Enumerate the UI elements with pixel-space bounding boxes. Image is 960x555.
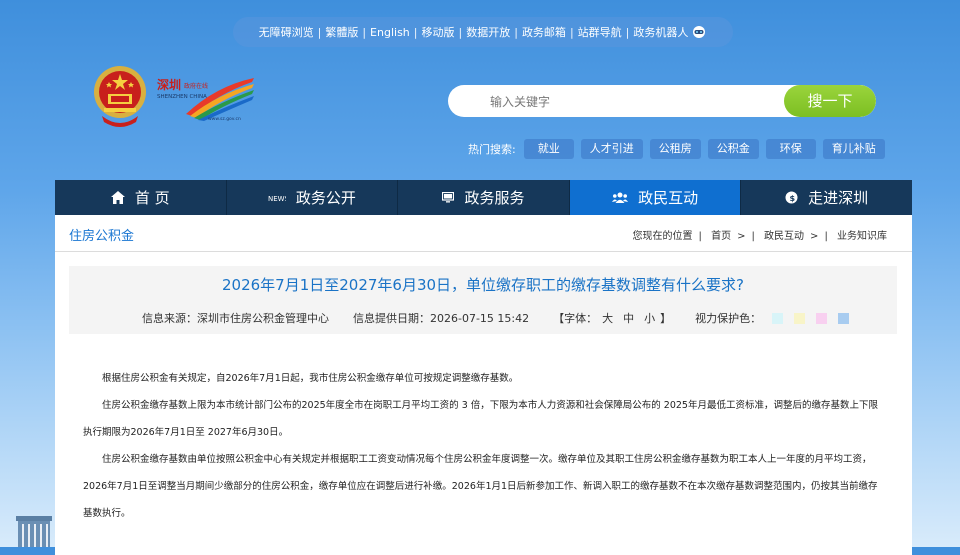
building-silhouette [16,516,52,547]
robot-icon[interactable] [691,25,707,39]
nav-about-shenzhen-label: 走进深圳 [808,189,869,207]
breadcrumb-prefix: 您现在的位置 [632,231,693,242]
hot-tag-talent[interactable]: 人才引进 [580,139,643,159]
link-traditional[interactable]: 繁體版 [325,24,358,40]
hot-tag-employment[interactable]: 就业 [523,139,574,159]
national-emblem-icon [94,66,146,127]
people-icon [612,192,629,203]
article-title: 2026年7月1日至2027年6月30日，单位缴存职工的缴存基数调整有什么要求? [221,276,745,294]
article-paragraph: 住房公积金缴存基数上限为本市统计部门公布的2025年度全市在岗职工月平均工资的 … [83,400,878,438]
font-size-label: 【字体： [553,312,598,325]
svg-text:深圳: 深圳 [157,77,181,92]
nav-interaction[interactable]: 政民互动 [569,180,742,215]
article-date: 信息提供日期：2026-07-15 15:42 [353,312,530,325]
article-body: 根据住房公积金有关规定，自2026年7月1日起，我市住房公积金缴存单位可按规定调… [83,365,883,527]
svg-text:$: $ [790,194,796,203]
link-accessibility[interactable]: 无障碍浏览 [259,24,314,40]
link-gov-robot[interactable]: 政务机器人 [633,24,688,40]
site-search: 搜一下 [448,85,876,117]
article-paragraph: 住房公积金缴存基数由单位按照公积金中心有关规定并根据职工工资变动情况每个住房公积… [83,454,878,519]
news-icon: NEWS [268,195,286,203]
home-icon [110,191,125,204]
nav-gov-services[interactable]: 政务服务 [398,180,570,215]
info-icon: $ [785,191,798,204]
breadcrumb-knowledge-base[interactable]: 业务知识库 [837,231,887,242]
link-open-data[interactable]: 数据开放 [466,24,510,40]
hot-tag-environment[interactable]: 环保 [765,139,816,159]
svg-text:www.sz.gov.cn: www.sz.gov.cn [208,117,241,122]
hot-search-label: 热门搜索: [468,143,516,156]
link-english[interactable]: English [370,26,410,39]
article-paragraph: 根据住房公积金有关规定，自2026年7月1日起，我市住房公积金缴存单位可按规定调… [102,373,519,384]
search-input[interactable] [488,85,782,117]
main-nav: 首 页 NEWS 政务公开 政务服务 政民互动 $ 走进深圳 [55,180,912,215]
eye-protect-label: 视力保护色： [695,312,762,325]
monitor-icon [442,192,455,203]
font-size-small[interactable]: 小 [644,310,655,326]
svg-text:NEWS: NEWS [268,195,286,203]
eye-color-blue[interactable] [838,312,850,324]
eye-color-cyan[interactable] [772,312,784,324]
hot-tag-childcare[interactable]: 育儿补贴 [822,139,885,159]
article-header: 2026年7月1日至2027年6月30日，单位缴存职工的缴存基数调整有什么要求?… [69,266,897,334]
font-size-large[interactable]: 大 [602,310,613,326]
nav-home[interactable]: 首 页 [55,180,227,215]
hot-tag-housing-fund[interactable]: 公积金 [707,139,759,159]
nav-gov-affairs-label: 政务公开 [295,189,356,207]
nav-about-shenzhen[interactable]: $ 走进深圳 [741,180,912,215]
font-size-end: 】 [660,312,672,325]
article-meta: 信息来源：深圳市住房公积金管理中心 信息提供日期：2026-07-15 15:4… [142,310,850,326]
breadcrumb: 您现在的位置 | 首页 > | 政民互动 > | 业务知识库 [632,231,887,242]
nav-home-label: 首 页 [134,189,170,207]
section-title[interactable]: 住房公积金 [69,225,134,244]
nav-interaction-label: 政民互动 [638,189,699,207]
eye-color-yellow[interactable] [794,312,806,324]
link-gov-mail[interactable]: 政务邮箱 [522,24,566,40]
svg-text:政府在线: 政府在线 [184,82,208,90]
hot-tag-public-housing[interactable]: 公租房 [649,139,701,159]
article-source: 信息来源：深圳市住房公积金管理中心 [142,312,329,325]
shenzhen-logo: 深圳 政府在线 SHENZHEN CHINA www.sz.gov.cn [157,77,254,122]
hot-search: 热门搜索: 就业 人才引进 公租房 公积金 环保 育儿补贴 [468,139,892,159]
content-panel: 住房公积金 您现在的位置 | 首页 > | 政民互动 > | 业务知识库 2026年7月1… [55,215,912,555]
breadcrumb-home[interactable]: 首页 [711,231,731,242]
svg-text:SHENZHEN CHINA: SHENZHEN CHINA [157,94,207,100]
nav-gov-affairs[interactable]: NEWS 政务公开 [227,180,399,215]
eye-color-pink[interactable] [816,312,828,324]
top-utility-bar: 无障碍浏览 | 繁體版 | English | 移动版 | 数据开放 | 政务邮箱 | 站群… [233,17,733,47]
nav-gov-services-label: 政务服务 [464,189,525,207]
link-site-nav[interactable]: 站群导航 [578,24,622,40]
breadcrumb-interaction[interactable]: 政民互动 [764,231,804,242]
search-button[interactable]: 搜一下 [784,85,876,117]
crumb-bar: 住房公积金 您现在的位置 | 首页 > | 政民互动 > | 业务知识库 [55,215,912,252]
link-mobile[interactable]: 移动版 [422,24,455,40]
font-size-medium[interactable]: 中 [623,310,634,326]
